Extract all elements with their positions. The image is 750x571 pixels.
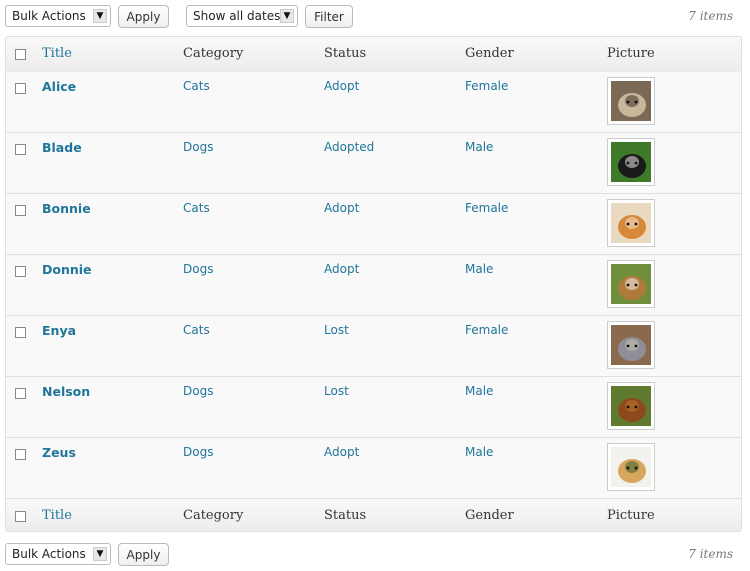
pet-thumbnail[interactable] — [607, 443, 655, 491]
row-checkbox[interactable] — [15, 83, 26, 94]
row-status-link[interactable]: Adopt — [324, 201, 359, 215]
picture-column-header: Picture — [607, 46, 655, 61]
table-row: Zeus Dogs Adopt Male — [6, 438, 741, 499]
row-category-link[interactable]: Dogs — [183, 445, 213, 459]
grey-cat-photo — [611, 325, 651, 365]
row-checkbox[interactable] — [15, 205, 26, 216]
category-column-footer: Category — [183, 508, 244, 523]
row-status-link[interactable]: Adopted — [324, 140, 374, 154]
apply-button-bottom[interactable]: Apply — [118, 543, 169, 566]
dates-select[interactable]: Show all dates ▼ — [186, 5, 298, 27]
row-title-link[interactable]: Zeus — [42, 445, 76, 460]
pet-thumbnail[interactable] — [607, 138, 655, 186]
row-status-link[interactable]: Lost — [324, 323, 349, 337]
bulk-actions-select-bottom[interactable]: Bulk Actions ▼ — [5, 543, 111, 565]
tabby-cat-photo — [611, 81, 651, 121]
beagle-photo — [611, 264, 651, 304]
row-gender-link[interactable]: Female — [465, 201, 508, 215]
picture-column-footer: Picture — [607, 508, 655, 523]
pet-thumbnail[interactable] — [607, 199, 655, 247]
dates-label: Show all dates — [193, 9, 281, 23]
select-all-checkbox-footer[interactable] — [15, 511, 26, 522]
pet-thumbnail[interactable] — [607, 77, 655, 125]
title-column-footer[interactable]: Title — [42, 508, 72, 523]
table-row: Enya Cats Lost Female — [6, 316, 741, 377]
table-footer: Title Category Status Gender Picture — [6, 498, 741, 531]
row-gender-link[interactable]: Male — [465, 262, 493, 276]
row-title-link[interactable]: Enya — [42, 323, 76, 338]
row-checkbox[interactable] — [15, 266, 26, 277]
orange-cat-photo — [611, 203, 651, 243]
row-checkbox[interactable] — [15, 449, 26, 460]
bulk-actions-select[interactable]: Bulk Actions ▼ — [5, 5, 111, 27]
pet-thumbnail[interactable] — [607, 321, 655, 369]
status-column-footer: Status — [324, 508, 367, 523]
table-row: Nelson Dogs Lost Male — [6, 377, 741, 438]
row-title-link[interactable]: Blade — [42, 140, 82, 155]
row-title-link[interactable]: Donnie — [42, 262, 92, 277]
table-row: Donnie Dogs Adopt Male — [6, 255, 741, 316]
table-header: Title Category Status Gender Picture — [6, 37, 741, 73]
row-gender-link[interactable]: Male — [465, 445, 493, 459]
row-category-link[interactable]: Dogs — [183, 140, 213, 154]
bottom-tablenav: Bulk Actions ▼ Apply 7 items — [5, 543, 743, 567]
bulk-actions-label: Bulk Actions — [12, 9, 86, 23]
chevron-down-icon[interactable]: ▼ — [280, 9, 294, 23]
row-checkbox[interactable] — [15, 144, 26, 155]
items-count-bottom: 7 items — [688, 547, 733, 561]
title-column-header[interactable]: Title — [42, 46, 72, 61]
pet-thumbnail[interactable] — [607, 260, 655, 308]
bulk-actions-label-bottom: Bulk Actions — [12, 547, 86, 561]
table-row: Blade Dogs Adopted Male — [6, 133, 741, 194]
posts-table: Title Category Status Gender Picture Ali… — [5, 36, 742, 532]
row-gender-link[interactable]: Male — [465, 384, 493, 398]
row-checkbox[interactable] — [15, 388, 26, 399]
row-title-link[interactable]: Bonnie — [42, 201, 91, 216]
table-row: Alice Cats Adopt Female — [6, 72, 741, 133]
pet-thumbnail[interactable] — [607, 382, 655, 430]
row-title-link[interactable]: Alice — [42, 79, 76, 94]
row-category-link[interactable]: Cats — [183, 79, 210, 93]
category-column-header: Category — [183, 46, 244, 61]
black-dog-photo — [611, 142, 651, 182]
gender-column-header: Gender — [465, 46, 514, 61]
row-status-link[interactable]: Lost — [324, 384, 349, 398]
filter-button[interactable]: Filter — [305, 5, 353, 28]
table-row: Bonnie Cats Adopt Female — [6, 194, 741, 255]
row-category-link[interactable]: Dogs — [183, 262, 213, 276]
status-column-header: Status — [324, 46, 367, 61]
row-gender-link[interactable]: Female — [465, 79, 508, 93]
row-category-link[interactable]: Dogs — [183, 384, 213, 398]
row-category-link[interactable]: Cats — [183, 201, 210, 215]
golden-puppy-photo — [611, 447, 651, 487]
spaniel-photo — [611, 386, 651, 426]
chevron-down-icon[interactable]: ▼ — [93, 547, 107, 561]
select-all-checkbox[interactable] — [15, 49, 26, 60]
row-checkbox[interactable] — [15, 327, 26, 338]
row-gender-link[interactable]: Female — [465, 323, 508, 337]
row-status-link[interactable]: Adopt — [324, 262, 359, 276]
apply-button[interactable]: Apply — [118, 5, 169, 28]
chevron-down-icon[interactable]: ▼ — [93, 9, 107, 23]
row-status-link[interactable]: Adopt — [324, 79, 359, 93]
row-gender-link[interactable]: Male — [465, 140, 493, 154]
row-category-link[interactable]: Cats — [183, 323, 210, 337]
items-count: 7 items — [688, 9, 733, 23]
top-tablenav: Bulk Actions ▼ Apply Show all dates ▼ Fi… — [5, 5, 743, 29]
row-status-link[interactable]: Adopt — [324, 445, 359, 459]
row-title-link[interactable]: Nelson — [42, 384, 90, 399]
gender-column-footer: Gender — [465, 508, 514, 523]
